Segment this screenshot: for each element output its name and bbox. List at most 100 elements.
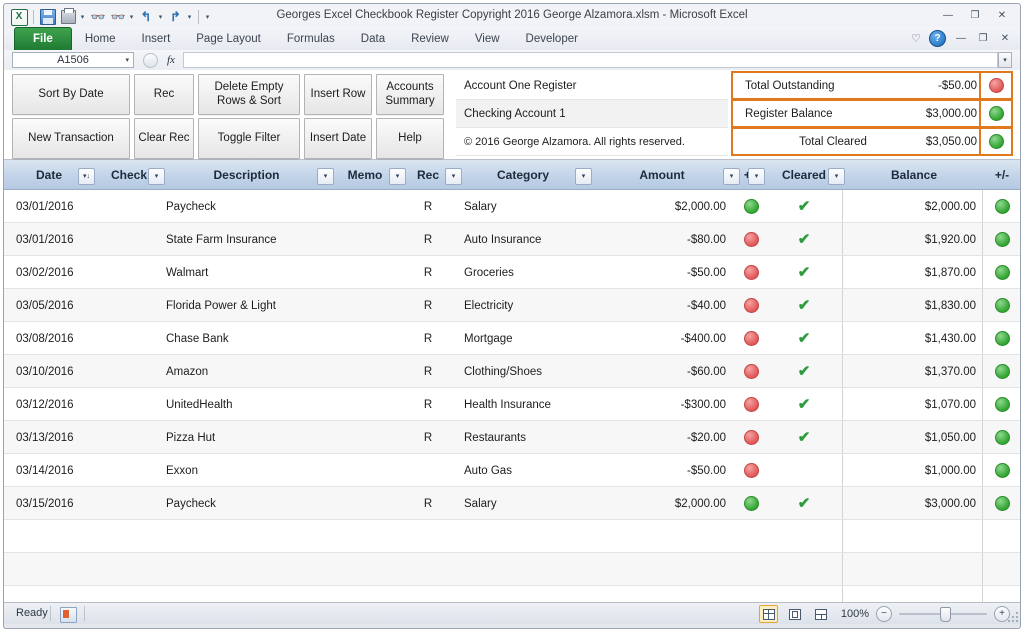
cell-rec[interactable] bbox=[404, 454, 452, 487]
table-row[interactable]: 03/13/2016Pizza HutRRestaurants-$20.00✔$… bbox=[4, 421, 1020, 454]
cell-memo[interactable] bbox=[334, 388, 396, 421]
cell-memo[interactable] bbox=[334, 355, 396, 388]
toggle-filter-button[interactable]: Toggle Filter bbox=[198, 118, 300, 159]
cell-amount-sign[interactable] bbox=[736, 553, 766, 586]
cell-date[interactable]: 03/08/2016 bbox=[4, 322, 94, 355]
cell-rec[interactable]: R bbox=[404, 289, 452, 322]
page-break-view-icon[interactable] bbox=[811, 605, 830, 623]
cell-rec[interactable]: R bbox=[404, 388, 452, 421]
cell-amount-sign[interactable] bbox=[736, 520, 766, 553]
column-header-memo[interactable]: Memo bbox=[334, 160, 396, 190]
table-row[interactable]: 03/08/2016Chase BankRMortgage-$400.00✔$1… bbox=[4, 322, 1020, 355]
cell-balance-sign[interactable] bbox=[984, 355, 1020, 388]
cell-cleared[interactable]: ✔ bbox=[766, 487, 842, 520]
cell-description[interactable]: Paycheck bbox=[164, 487, 334, 520]
cell-cleared[interactable]: ✔ bbox=[766, 190, 842, 223]
new-transaction-button[interactable]: New Transaction bbox=[12, 118, 130, 159]
cell-rec[interactable]: R bbox=[404, 322, 452, 355]
cell-amount-sign[interactable] bbox=[736, 322, 766, 355]
cell-memo[interactable] bbox=[334, 190, 396, 223]
cell-balance-sign[interactable] bbox=[984, 586, 1020, 602]
cell-rec[interactable] bbox=[404, 520, 452, 553]
cell-rec[interactable]: R bbox=[404, 355, 452, 388]
cell-memo[interactable] bbox=[334, 421, 396, 454]
cell-amount[interactable]: -$40.00 bbox=[592, 289, 732, 322]
cell-cleared[interactable] bbox=[766, 454, 842, 487]
cell-description[interactable]: Chase Bank bbox=[164, 322, 334, 355]
cell-amount[interactable]: -$300.00 bbox=[592, 388, 732, 421]
help-icon[interactable]: ? bbox=[929, 30, 946, 47]
cell-cleared[interactable]: ✔ bbox=[766, 223, 842, 256]
cell-date[interactable]: 03/01/2016 bbox=[4, 223, 94, 256]
cell-balance-sign[interactable] bbox=[984, 553, 1020, 586]
cell-check[interactable] bbox=[94, 388, 164, 421]
cell-check[interactable] bbox=[94, 355, 164, 388]
ribbon-close-button[interactable]: ✕ bbox=[998, 33, 1012, 44]
cell-amount-sign[interactable] bbox=[736, 421, 766, 454]
cell-date[interactable] bbox=[4, 553, 94, 586]
cell-category[interactable]: Mortgage bbox=[462, 322, 592, 355]
cell-category[interactable]: Auto Insurance bbox=[462, 223, 592, 256]
cell-balance-sign[interactable] bbox=[984, 421, 1020, 454]
cell-cleared[interactable]: ✔ bbox=[766, 388, 842, 421]
tab-developer[interactable]: Developer bbox=[513, 27, 591, 50]
cell-balance[interactable]: $1,070.00 bbox=[844, 388, 984, 421]
cell-balance-sign[interactable] bbox=[984, 388, 1020, 421]
cell-date[interactable]: 03/05/2016 bbox=[4, 289, 94, 322]
tab-view[interactable]: View bbox=[462, 27, 513, 50]
cell-category[interactable] bbox=[462, 520, 592, 553]
cell-balance-sign[interactable] bbox=[984, 223, 1020, 256]
accounts-summary-button[interactable]: Accounts Summary bbox=[376, 74, 444, 115]
cell-check[interactable] bbox=[94, 322, 164, 355]
cell-date[interactable]: 03/01/2016 bbox=[4, 190, 94, 223]
cell-rec[interactable] bbox=[404, 553, 452, 586]
cell-balance[interactable]: $2,000.00 bbox=[844, 190, 984, 223]
cell-description[interactable] bbox=[164, 586, 334, 602]
cell-cleared[interactable] bbox=[766, 586, 842, 602]
cell-category[interactable]: Salary bbox=[462, 487, 592, 520]
cell-check[interactable] bbox=[94, 190, 164, 223]
cell-amount[interactable] bbox=[592, 586, 732, 602]
cell-balance-sign[interactable] bbox=[984, 256, 1020, 289]
cell-check[interactable] bbox=[94, 454, 164, 487]
cell-amount[interactable]: -$50.00 bbox=[592, 256, 732, 289]
rec-button[interactable]: Rec bbox=[134, 74, 194, 115]
formula-collapse-icon[interactable] bbox=[143, 53, 158, 68]
table-body[interactable]: 03/01/2016PaycheckRSalary$2,000.00✔$2,00… bbox=[4, 190, 1020, 602]
cell-rec[interactable]: R bbox=[404, 421, 452, 454]
cell-date[interactable]: 03/15/2016 bbox=[4, 487, 94, 520]
cell-date[interactable]: 03/13/2016 bbox=[4, 421, 94, 454]
cell-balance[interactable]: $1,430.00 bbox=[844, 322, 984, 355]
cell-description[interactable]: UnitedHealth bbox=[164, 388, 334, 421]
tab-insert[interactable]: Insert bbox=[129, 27, 184, 50]
zoom-out-button[interactable]: − bbox=[876, 606, 892, 622]
cell-rec[interactable]: R bbox=[404, 223, 452, 256]
cell-memo[interactable] bbox=[334, 520, 396, 553]
cell-date[interactable]: 03/12/2016 bbox=[4, 388, 94, 421]
cell-category[interactable]: Clothing/Shoes bbox=[462, 355, 592, 388]
cell-cleared[interactable] bbox=[766, 520, 842, 553]
table-row[interactable]: 03/02/2016WalmartRGroceries-$50.00✔$1,87… bbox=[4, 256, 1020, 289]
cell-memo[interactable] bbox=[334, 289, 396, 322]
cell-amount-sign[interactable] bbox=[736, 190, 766, 223]
cell-rec[interactable]: R bbox=[404, 190, 452, 223]
cell-balance[interactable]: $1,370.00 bbox=[844, 355, 984, 388]
cell-description[interactable]: Paycheck bbox=[164, 190, 334, 223]
cell-cleared[interactable] bbox=[766, 553, 842, 586]
cell-amount-sign[interactable] bbox=[736, 223, 766, 256]
cell-amount[interactable] bbox=[592, 520, 732, 553]
filter-dropdown-description[interactable]: ▾ bbox=[317, 168, 334, 185]
cell-cleared[interactable]: ✔ bbox=[766, 355, 842, 388]
tab-formulas[interactable]: Formulas bbox=[274, 27, 348, 50]
formula-input[interactable] bbox=[183, 52, 998, 68]
name-box[interactable]: A1506 ▾ bbox=[12, 52, 134, 68]
cell-date[interactable] bbox=[4, 586, 94, 602]
cell-amount-sign[interactable] bbox=[736, 388, 766, 421]
cell-description[interactable]: Amazon bbox=[164, 355, 334, 388]
cell-balance[interactable]: $1,050.00 bbox=[844, 421, 984, 454]
minimize-button[interactable]: — bbox=[938, 8, 958, 23]
ribbon-minimize-button[interactable]: — bbox=[954, 33, 968, 44]
column-header-balance[interactable]: Balance bbox=[844, 160, 984, 190]
filter-dropdown-amount-sign[interactable]: ▾ bbox=[748, 168, 765, 185]
cell-balance-sign[interactable] bbox=[984, 190, 1020, 223]
